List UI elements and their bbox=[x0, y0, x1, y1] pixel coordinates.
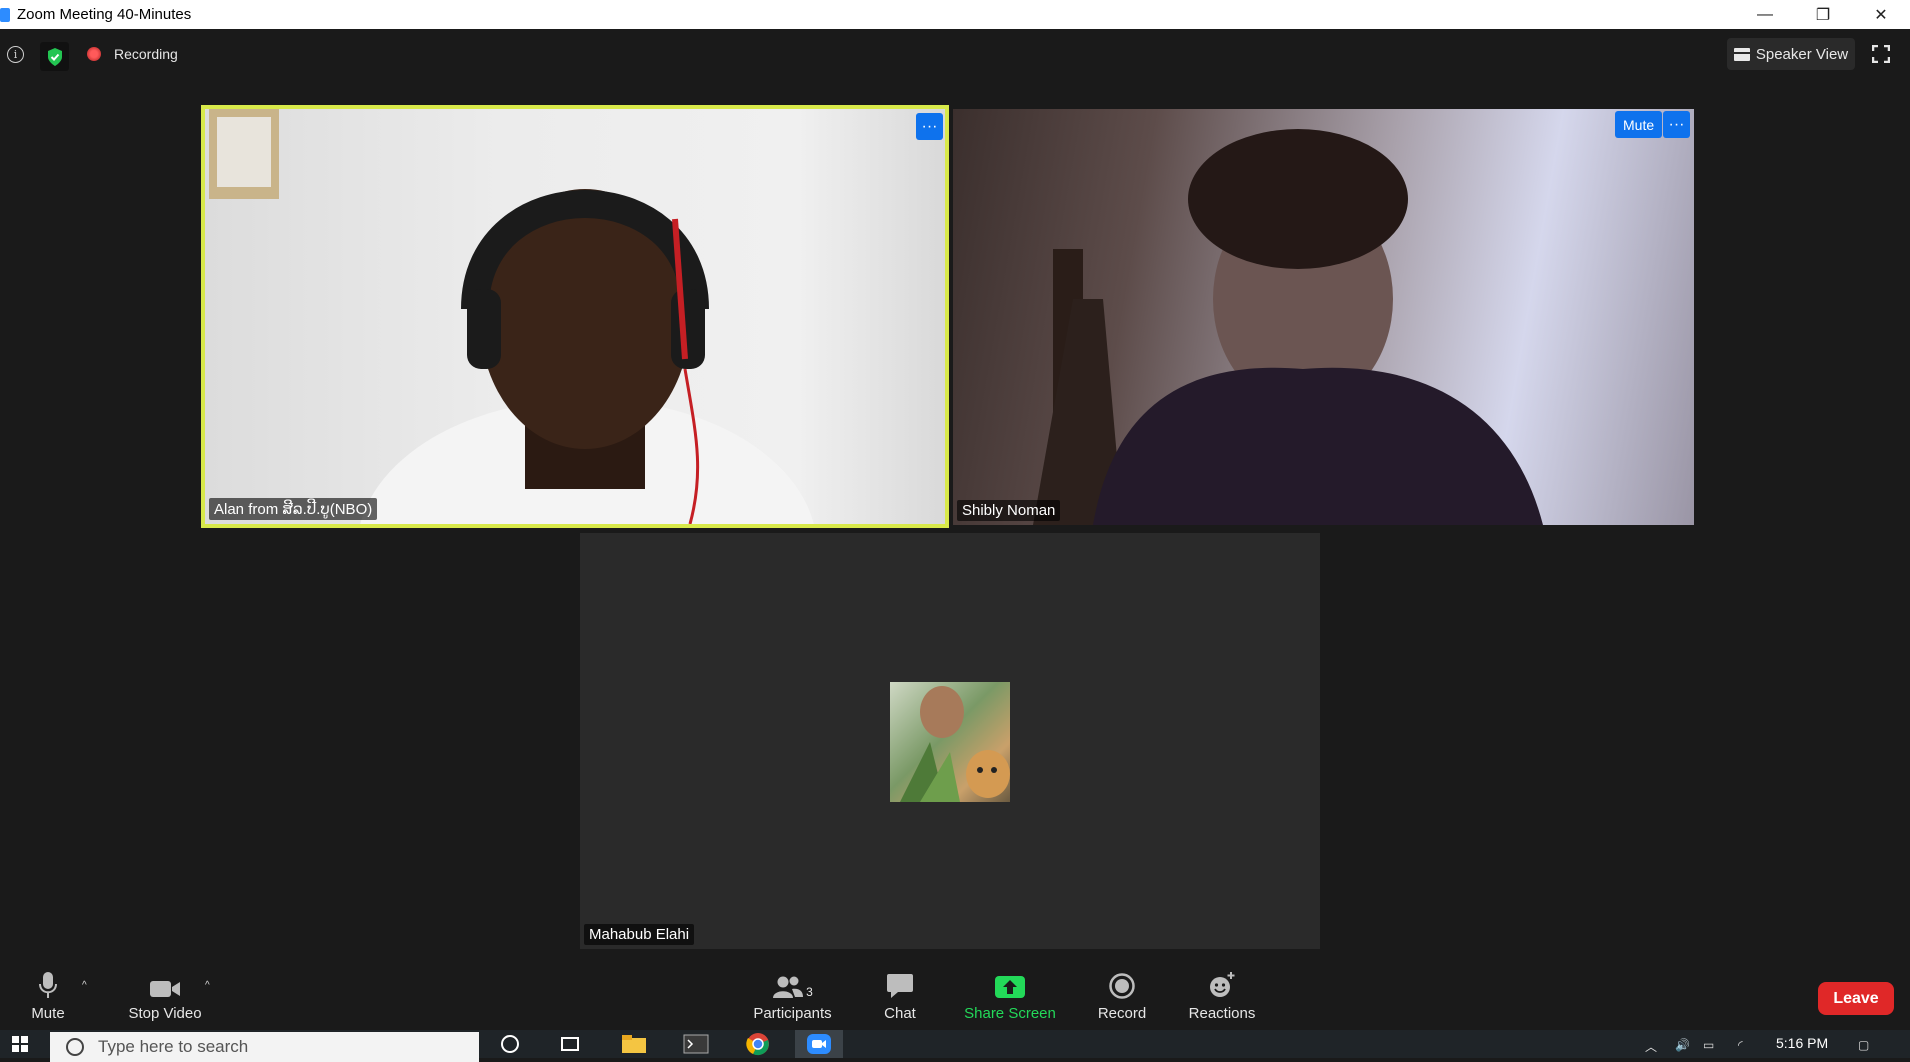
chrome-icon bbox=[746, 1033, 769, 1056]
video-feed-alan bbox=[209, 109, 814, 524]
participants-count: 3 bbox=[806, 984, 813, 999]
file-explorer-icon bbox=[622, 1035, 646, 1053]
volume-icon[interactable]: 🔊 bbox=[1675, 1038, 1690, 1052]
search-placeholder: Type here to search bbox=[98, 1037, 249, 1056]
window-title: Zoom Meeting 40-Minutes bbox=[17, 6, 192, 23]
reactions-label: Reactions bbox=[1188, 1004, 1256, 1022]
info-icon[interactable]: i bbox=[7, 46, 24, 63]
task-view-icon bbox=[561, 1037, 579, 1051]
terminal-icon bbox=[683, 1034, 709, 1054]
microphone-icon bbox=[39, 971, 57, 998]
record-icon bbox=[1109, 972, 1135, 999]
participant-name: Shibly Noman bbox=[957, 500, 1061, 521]
window-titlebar: Zoom Meeting 40-Minutes — ❐ ✕ bbox=[0, 0, 1910, 29]
stop-video-label: Stop Video bbox=[128, 1004, 202, 1022]
search-icon bbox=[66, 1038, 84, 1056]
video-tile-mahabub[interactable]: Mahabub Elahi bbox=[580, 533, 1320, 949]
tile-more-button[interactable]: ··· bbox=[1663, 111, 1690, 138]
share-screen-button[interactable]: Share Screen bbox=[960, 960, 1060, 1030]
chat-button[interactable]: Chat bbox=[870, 960, 930, 1030]
participants-label: Participants bbox=[753, 1004, 832, 1022]
battery-icon[interactable]: ▭ bbox=[1703, 1038, 1714, 1052]
mute-button[interactable]: Mute bbox=[18, 960, 78, 1030]
participants-button[interactable]: 3 Participants bbox=[745, 960, 840, 1030]
task-view-button[interactable] bbox=[546, 1030, 594, 1058]
chrome-button[interactable] bbox=[734, 1030, 782, 1058]
grid-icon bbox=[1733, 47, 1750, 61]
participant-name: Alan from ສີລ.ປີ.ບູ(NBO) bbox=[209, 498, 378, 520]
terminal-button[interactable] bbox=[672, 1030, 720, 1058]
reactions-icon bbox=[1210, 971, 1235, 997]
wifi-icon[interactable]: ◜ bbox=[1738, 1038, 1743, 1052]
share-screen-icon bbox=[995, 975, 1025, 998]
record-label: Record bbox=[1097, 1004, 1147, 1022]
file-explorer-button[interactable] bbox=[610, 1030, 658, 1058]
zoom-app-icon bbox=[0, 7, 10, 22]
video-feed-shibly bbox=[1033, 129, 1543, 525]
recording-status[interactable]: Recording bbox=[114, 46, 178, 62]
mute-label: Mute bbox=[31, 1004, 65, 1022]
record-button[interactable]: Record bbox=[1092, 960, 1152, 1030]
restore-button[interactable]: ❐ bbox=[1794, 0, 1852, 29]
shield-check-icon[interactable] bbox=[40, 42, 69, 71]
video-options-caret[interactable]: ^ bbox=[205, 980, 210, 991]
leave-button[interactable]: Leave bbox=[1818, 982, 1894, 1015]
stop-video-button[interactable]: Stop Video bbox=[120, 960, 210, 1030]
audio-options-caret[interactable]: ^ bbox=[82, 980, 87, 991]
windows-start-icon bbox=[12, 1036, 28, 1052]
meeting-toolbar: Mute ^ Stop Video ^ 3 Participants Chat … bbox=[0, 960, 1910, 1030]
mute-participant-button[interactable]: Mute bbox=[1615, 111, 1663, 138]
cortana-button[interactable] bbox=[486, 1030, 534, 1058]
chat-icon bbox=[887, 973, 913, 998]
speaker-view-label: Speaker View bbox=[1755, 45, 1849, 63]
windows-start-button[interactable] bbox=[0, 1030, 40, 1058]
video-tile-alan[interactable]: ··· Alan from ສີລ.ປີ.ບູ(NBO) bbox=[201, 105, 949, 528]
reactions-button[interactable]: Reactions bbox=[1182, 960, 1262, 1030]
taskbar-clock[interactable]: 5:16 PM bbox=[1776, 1035, 1828, 1051]
video-camera-icon bbox=[150, 980, 180, 997]
record-dot-icon bbox=[87, 47, 101, 61]
cortana-icon bbox=[501, 1035, 519, 1053]
windows-taskbar: Type here to search ︿ 🔊 ▭ ◜ 5:16 PM ▢ bbox=[0, 1030, 1910, 1062]
window-controls: — ❐ ✕ bbox=[1736, 0, 1910, 29]
chat-label: Chat bbox=[884, 1004, 916, 1022]
video-tile-shibly[interactable]: Mute ··· Shibly Noman bbox=[953, 109, 1694, 525]
zoom-taskbar-button[interactable] bbox=[795, 1030, 843, 1058]
show-hidden-icons-icon[interactable]: ︿ bbox=[1645, 1038, 1657, 1055]
zoom-app-icon bbox=[807, 1034, 831, 1054]
tile-more-button[interactable]: ··· bbox=[916, 113, 943, 140]
notification-icon[interactable]: ▢ bbox=[1858, 1038, 1869, 1052]
minimize-button[interactable]: — bbox=[1736, 0, 1794, 29]
fullscreen-icon[interactable] bbox=[1872, 45, 1890, 63]
close-button[interactable]: ✕ bbox=[1852, 0, 1910, 29]
participant-name: Mahabub Elahi bbox=[584, 924, 695, 945]
share-screen-label: Share Screen bbox=[964, 1004, 1056, 1022]
avatar bbox=[890, 682, 1010, 802]
meeting-topbar: i Recording Speaker View bbox=[0, 29, 1910, 79]
speaker-view-button[interactable]: Speaker View bbox=[1727, 38, 1855, 70]
participants-icon bbox=[773, 976, 804, 998]
